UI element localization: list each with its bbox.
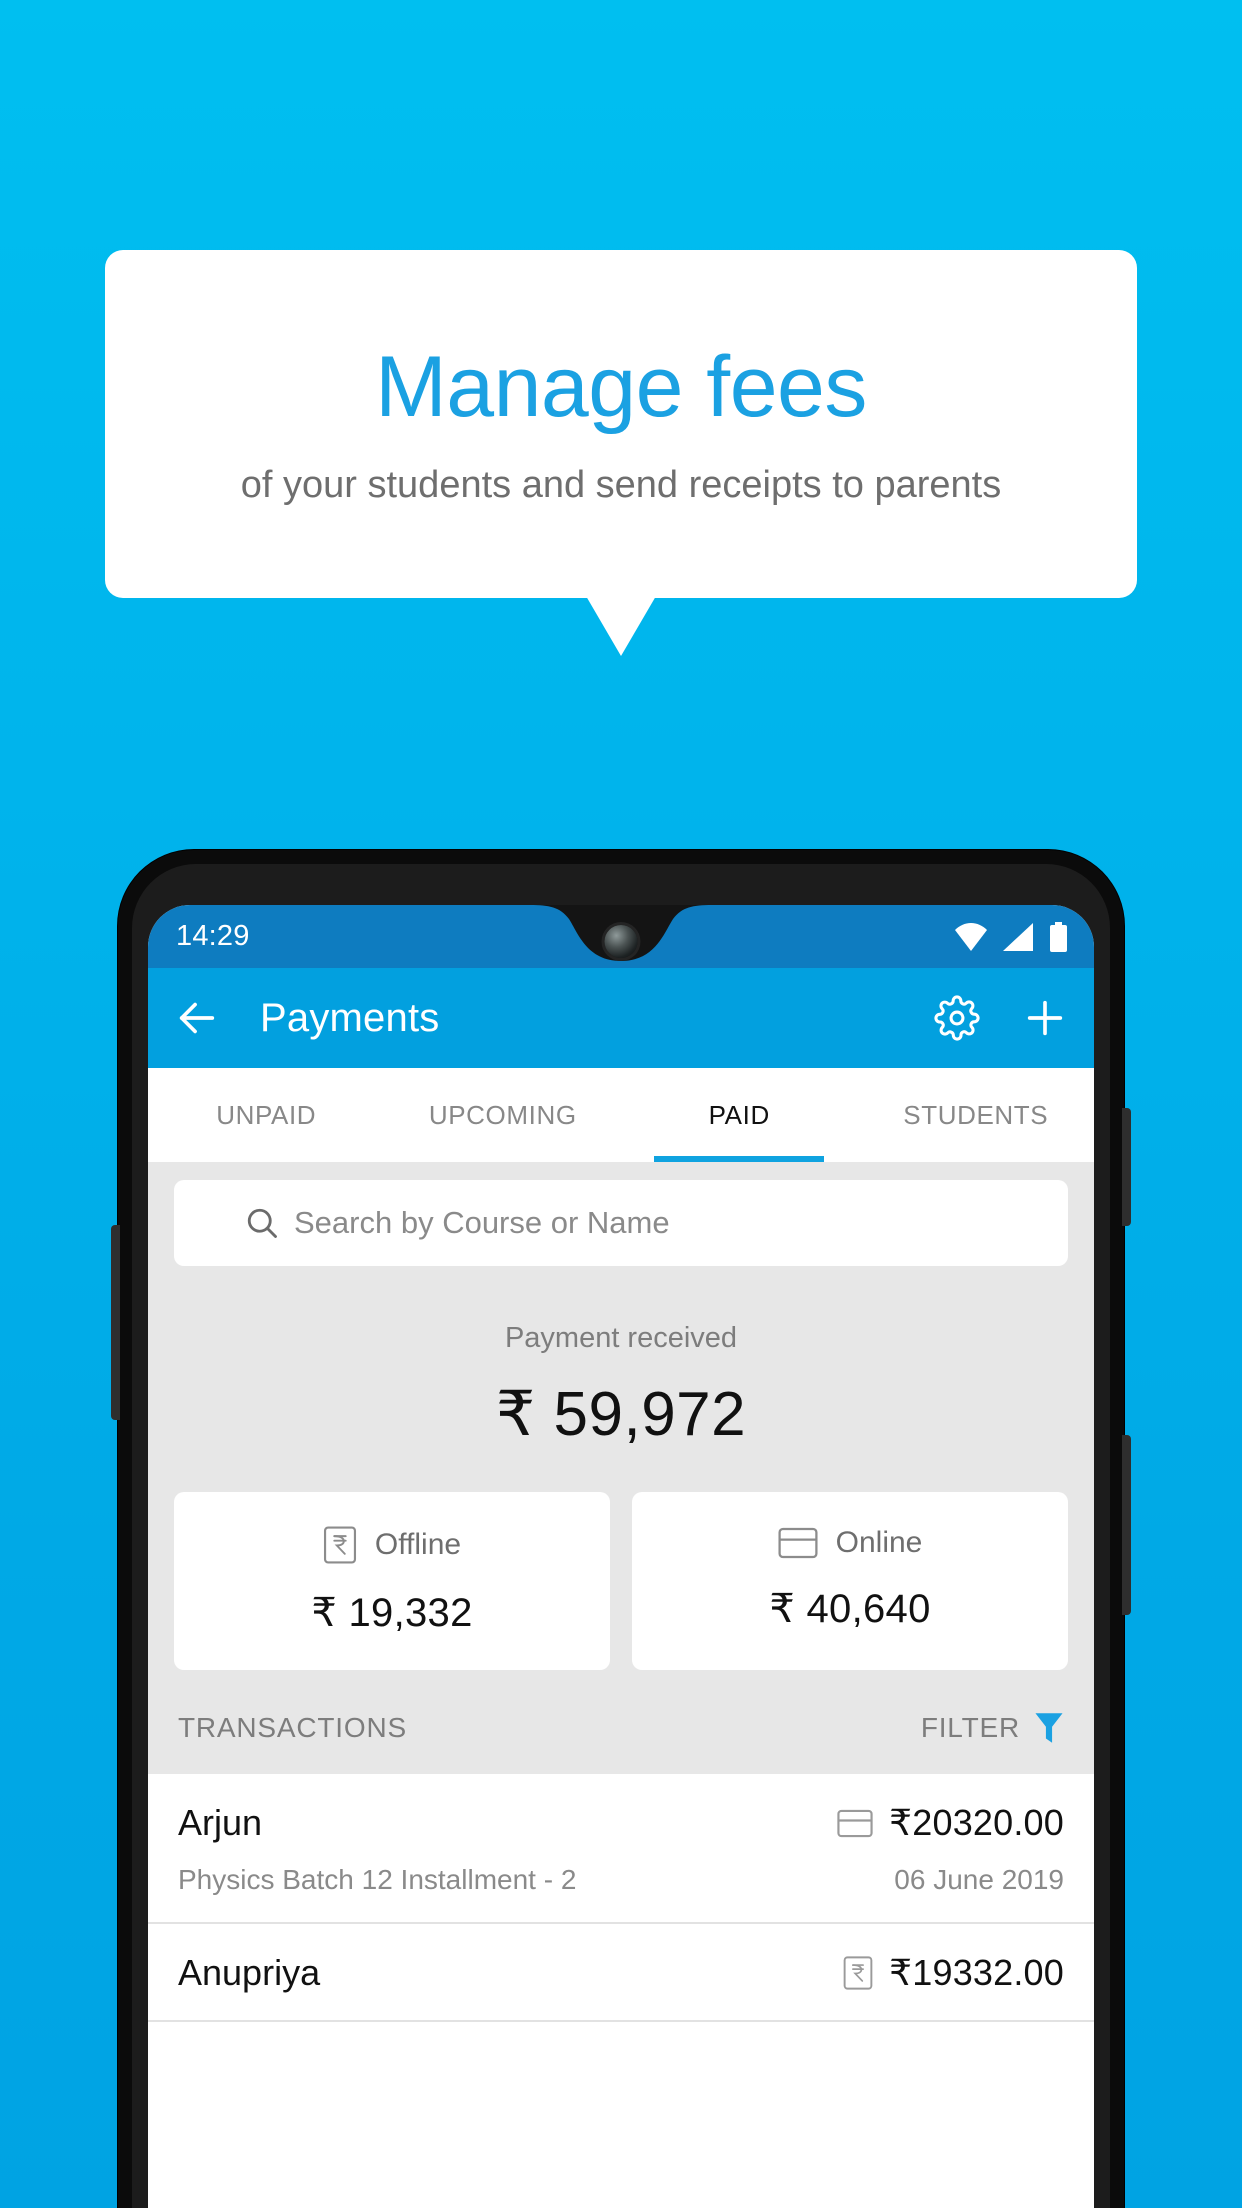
txn-date: 06 June 2019 bbox=[894, 1864, 1064, 1895]
table-row[interactable]: Anupriya ₹19332.00 bbox=[148, 1924, 1094, 2022]
tab-unpaid[interactable]: UNPAID bbox=[148, 1068, 385, 1162]
txn-line-primary: Anupriya ₹19332.00 bbox=[178, 1952, 1064, 1994]
banknote-rupee-icon bbox=[843, 1956, 873, 1990]
method-head: Online bbox=[632, 1526, 1068, 1560]
filter-button[interactable]: FILTER bbox=[921, 1712, 1064, 1744]
signal-icon bbox=[1003, 922, 1033, 951]
phone-screen: 14:29 Payments UNPAID UPCOMING PAID STUD… bbox=[148, 905, 1094, 2208]
method-cards: Offline ₹ 19,332 Online ₹ 40,640 bbox=[148, 1450, 1094, 1670]
summary-amount: ₹ 59,972 bbox=[495, 1380, 747, 1449]
page-title: Payments bbox=[260, 995, 440, 1040]
credit-card-icon bbox=[778, 1527, 818, 1559]
phone-left-volume-button[interactable] bbox=[111, 1225, 120, 1420]
phone-power-button[interactable] bbox=[1122, 1108, 1131, 1226]
credit-card-icon bbox=[837, 1809, 873, 1837]
method-amount: ₹ 19,332 bbox=[311, 1591, 473, 1635]
txn-amount: ₹19332.00 bbox=[889, 1952, 1064, 1993]
search-wrap: Search by Course or Name bbox=[148, 1162, 1094, 1266]
method-head: Offline bbox=[174, 1526, 610, 1564]
txn-amount: ₹20320.00 bbox=[889, 1802, 1064, 1843]
phone-device: 14:29 Payments UNPAID UPCOMING PAID STUD… bbox=[111, 850, 1131, 2208]
promo-subtitle: of your students and send receipts to pa… bbox=[240, 464, 1002, 506]
plus-icon[interactable] bbox=[1022, 995, 1068, 1041]
tab-upcoming[interactable]: UPCOMING bbox=[385, 1068, 622, 1162]
content-area: Search by Course or Name Payment receive… bbox=[148, 1162, 1094, 2022]
back-arrow-icon[interactable] bbox=[174, 995, 220, 1041]
tab-bar: UNPAID UPCOMING PAID STUDENTS bbox=[148, 1068, 1094, 1162]
funnel-icon bbox=[1035, 1713, 1063, 1743]
method-label: Online bbox=[835, 1526, 923, 1559]
status-time: 14:29 bbox=[176, 920, 250, 952]
promo-title: Manage fees bbox=[375, 339, 867, 435]
battery-icon bbox=[1050, 921, 1067, 952]
banknote-rupee-icon bbox=[323, 1526, 356, 1564]
method-label: Offline bbox=[374, 1528, 462, 1561]
callout-tail bbox=[586, 596, 656, 656]
tab-paid[interactable]: PAID bbox=[621, 1068, 858, 1162]
search-input[interactable]: Search by Course or Name bbox=[174, 1180, 1068, 1266]
tab-students[interactable]: STUDENTS bbox=[858, 1068, 1095, 1162]
transaction-list: Arjun ₹20320.00 Physics Batch 12 Install… bbox=[148, 1774, 1094, 2022]
txn-amount-group: ₹20320.00 bbox=[837, 1802, 1064, 1844]
txn-student-name: Anupriya bbox=[178, 1952, 321, 1993]
transactions-label: TRANSACTIONS bbox=[178, 1712, 407, 1743]
txn-course: Physics Batch 12 Installment - 2 bbox=[178, 1864, 577, 1895]
status-icons bbox=[955, 921, 1068, 952]
transactions-header: TRANSACTIONS FILTER bbox=[148, 1670, 1094, 1774]
status-bar: 14:29 bbox=[148, 905, 1094, 968]
wifi-icon bbox=[955, 922, 987, 951]
summary-block: Payment received ₹ 59,972 bbox=[148, 1266, 1094, 1450]
table-row[interactable]: Arjun ₹20320.00 Physics Batch 12 Install… bbox=[148, 1774, 1094, 1924]
app-bar: Payments bbox=[148, 968, 1094, 1068]
txn-line-primary: Arjun ₹20320.00 bbox=[178, 1802, 1064, 1844]
search-placeholder: Search by Course or Name bbox=[294, 1205, 670, 1240]
txn-amount-group: ₹19332.00 bbox=[843, 1952, 1064, 1994]
front-camera-icon bbox=[604, 925, 638, 958]
callout-card: Manage fees of your students and send re… bbox=[105, 250, 1137, 598]
promo-stage: Manage fees of your students and send re… bbox=[0, 0, 1242, 2208]
gear-icon[interactable] bbox=[934, 995, 980, 1041]
txn-student-name: Arjun bbox=[178, 1802, 263, 1843]
summary-label: Payment received bbox=[504, 1322, 738, 1354]
phone-right-volume-button[interactable] bbox=[1122, 1435, 1131, 1615]
method-card-offline[interactable]: Offline ₹ 19,332 bbox=[174, 1492, 610, 1670]
method-amount: ₹ 40,640 bbox=[769, 1587, 931, 1631]
method-card-online[interactable]: Online ₹ 40,640 bbox=[632, 1492, 1068, 1670]
filter-label: FILTER bbox=[920, 1712, 1020, 1743]
txn-line-secondary: Physics Batch 12 Installment - 2 06 June… bbox=[178, 1864, 1064, 1896]
search-icon bbox=[247, 1208, 277, 1238]
